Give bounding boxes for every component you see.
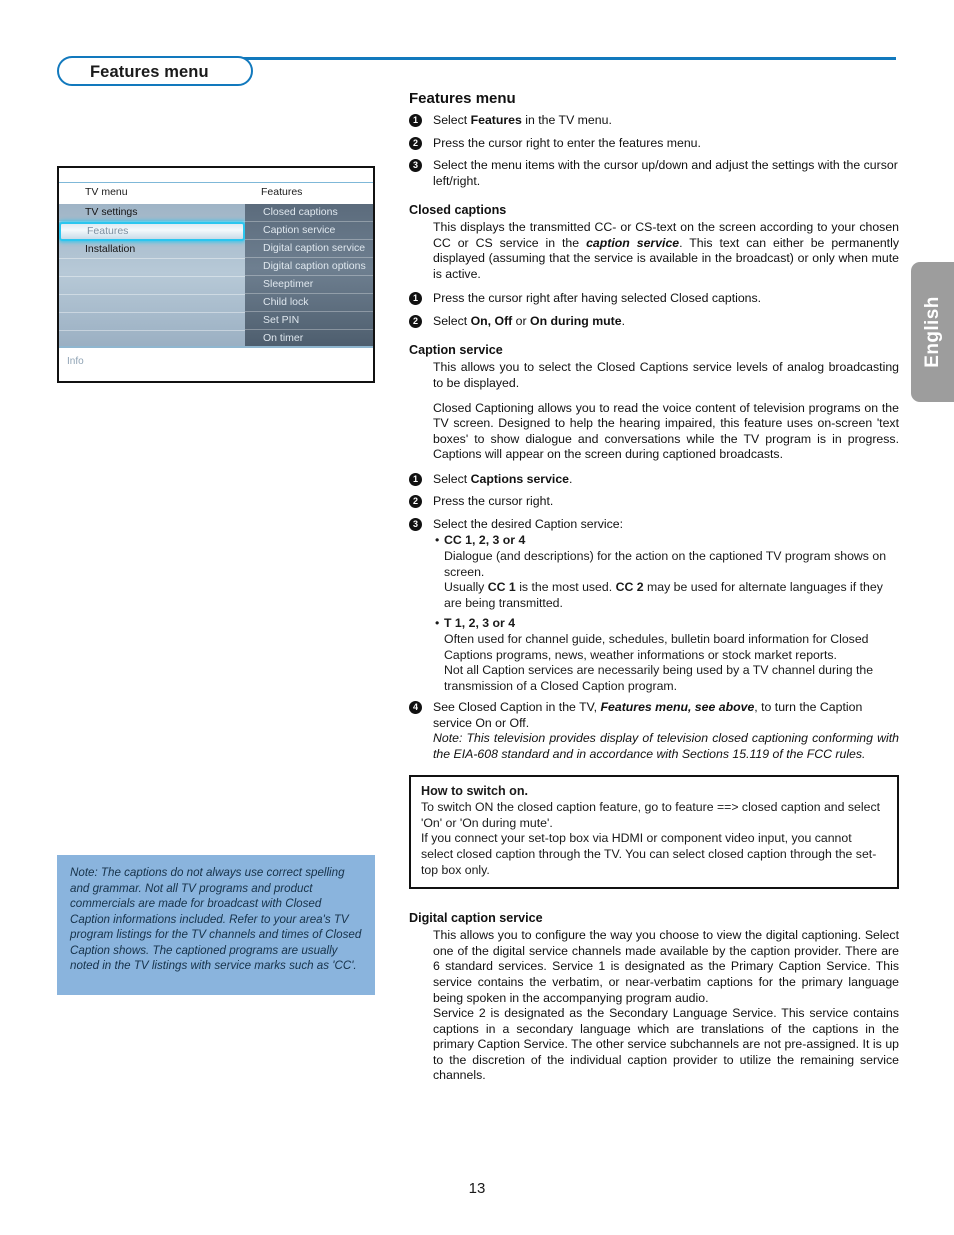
features-item-child-lock[interactable]: Child lock [245, 294, 373, 312]
step-text: Select On, Off or On during mute. [433, 313, 626, 328]
features-item-label: Set PIN [263, 314, 300, 326]
tv-menu-item-label: Features [87, 225, 129, 237]
heading-caption-service: Caption service [409, 343, 503, 358]
step-text: See Closed Caption in the TV, Features m… [433, 700, 863, 730]
digital-caption-service-body-2: Service 2 is designated as the Secondary… [433, 1006, 899, 1083]
features-item-label: Caption service [263, 224, 336, 236]
step-item: 3 Select the desired Caption service: [409, 517, 899, 533]
features-item-label: Closed captions [263, 206, 338, 218]
fcc-note-text: Note: This television provides display o… [433, 731, 899, 761]
step-number-icon: 2 [409, 136, 422, 150]
step-number-icon: 2 [409, 495, 422, 509]
bullet-t-body: Often used for channel guide, schedules,… [444, 632, 869, 662]
main-content: Features menu 1 Select Features in the T… [409, 90, 899, 1093]
bullet-label-text: CC 1, 2, 3 or 4 [444, 533, 526, 548]
tv-menu-item-tv-settings[interactable]: TV settings [59, 204, 245, 222]
tv-menu-right-column: Closed captions Caption service Digital … [245, 204, 373, 348]
how-to-switch-on-para-2: If you connect your set-top box via HDMI… [421, 831, 877, 877]
tv-menu-item-empty [59, 259, 245, 277]
step-text: Press the cursor right. [433, 494, 554, 509]
bullet-cc-body: Dialogue (and descriptions) for the acti… [444, 549, 887, 579]
step-number-icon: 2 [409, 314, 422, 328]
heading-closed-captions: Closed captions [409, 203, 507, 217]
features-item-caption-service[interactable]: Caption service [245, 222, 373, 240]
how-to-switch-on-heading: How to switch on. [421, 783, 529, 798]
step-item: 3 Select the menu items with the cursor … [409, 158, 899, 189]
tv-menu-body: TV settings Features Installation Closed… [59, 204, 373, 349]
tv-menu-item-label: TV settings [85, 206, 138, 218]
step-number-icon: 3 [409, 159, 422, 172]
heading-digital-caption-service: Digital caption service [409, 911, 543, 926]
features-item-label: Digital caption service [263, 242, 366, 254]
section-title-features-menu: Features menu [409, 90, 516, 107]
how-to-switch-on-para-1: To switch ON the closed caption feature,… [421, 800, 881, 830]
language-tab: English [911, 262, 954, 402]
features-item-label: Sleeptimer [263, 278, 314, 290]
bullet-cc-body-2: Usually CC 1 is the most used. CC 2 may … [444, 580, 883, 610]
tv-menu-item-empty [59, 313, 245, 331]
bullet-cc-label: • CC 1, 2, 3 or 4 [409, 533, 899, 549]
step-item: 2 Press the cursor right. [409, 494, 899, 510]
bullet-label-text: T 1, 2, 3 or 4 [444, 616, 516, 631]
step-text: Select the desired Caption service: [433, 516, 624, 531]
language-tab-label: English [921, 296, 943, 368]
tv-menu-item-empty [59, 277, 245, 295]
tv-menu-left-header: TV menu [85, 186, 128, 198]
features-item-digital-caption-options[interactable]: Digital caption options [245, 258, 373, 276]
side-note-text: Note: The captions do not always use cor… [70, 866, 362, 972]
side-note-box: Note: The captions do not always use cor… [57, 855, 375, 995]
step-number-icon: 3 [409, 517, 422, 531]
step-number-icon: 1 [409, 292, 422, 306]
features-item-closed-captions[interactable]: Closed captions [245, 204, 373, 222]
step-number-icon: 1 [409, 472, 422, 486]
page-title: Features menu [90, 63, 209, 81]
how-to-switch-on-box: How to switch on. To switch ON the close… [409, 774, 899, 890]
step-text: Select Captions service. [433, 471, 573, 486]
step-text: Press the cursor right to enter the feat… [433, 135, 701, 150]
features-item-digital-caption-service[interactable]: Digital caption service [245, 240, 373, 258]
bullet-dot-icon: • [435, 533, 440, 548]
features-item-label: Child lock [263, 296, 309, 308]
digital-caption-service-body-1: This allows you to configure the way you… [433, 928, 899, 1005]
tv-menu-info-label: Info [67, 356, 84, 367]
caption-service-para-1: This allows you to select the Closed Cap… [433, 360, 899, 390]
step-item: 2 Select On, Off or On during mute. [409, 314, 899, 330]
features-item-label: Digital caption options [263, 260, 366, 272]
digital-caption-service-block: Digital caption service This allows you … [409, 911, 899, 1084]
tv-menu-header: TV menu Features [59, 183, 373, 204]
step-item: 4 See Closed Caption in the TV, Features… [409, 700, 899, 731]
step-text: Select the menu items with the cursor up… [433, 158, 898, 188]
features-item-sleeptimer[interactable]: Sleeptimer [245, 276, 373, 294]
step-text: Select Features in the TV menu. [433, 113, 612, 127]
tv-menu-right-header: Features [261, 186, 303, 198]
step-item: 2 Press the cursor right to enter the fe… [409, 136, 899, 152]
page-title-pill: Features menu [57, 56, 253, 86]
bullet-dot-icon: • [435, 616, 440, 631]
tv-menu-top-strip [59, 168, 373, 183]
step-item: 1 Select Captions service. [409, 472, 899, 488]
tv-menu-item-empty [59, 295, 245, 313]
bullet-t-label: • T 1, 2, 3 or 4 [409, 616, 899, 632]
features-item-set-pin[interactable]: Set PIN [245, 312, 373, 330]
step-number-icon: 4 [409, 701, 422, 715]
bullet-t-body-2: Not all Caption services are necessarily… [444, 663, 874, 693]
step-item: 1 Press the cursor right after having se… [409, 291, 899, 307]
caption-service-para-2: Closed Captioning allows you to read the… [433, 400, 899, 462]
tv-menu-item-label: Installation [85, 243, 136, 255]
tv-menu-screenshot: TV menu Features TV settings Features In… [57, 166, 375, 383]
features-item-label: On timer [263, 332, 304, 344]
tv-menu-footer: Info [59, 346, 373, 381]
step-text: Press the cursor right after having sele… [433, 291, 762, 306]
tv-menu-item-features[interactable]: Features [59, 222, 245, 241]
tv-menu-left-column: TV settings Features Installation [59, 204, 245, 349]
page-number: 13 [468, 1180, 486, 1197]
tv-menu-item-installation[interactable]: Installation [59, 241, 245, 259]
closed-captions-body: This displays the transmitted CC- or CS-… [433, 220, 899, 281]
step-number-icon: 1 [409, 114, 422, 127]
step-item: 1 Select Features in the TV menu. [409, 113, 899, 129]
